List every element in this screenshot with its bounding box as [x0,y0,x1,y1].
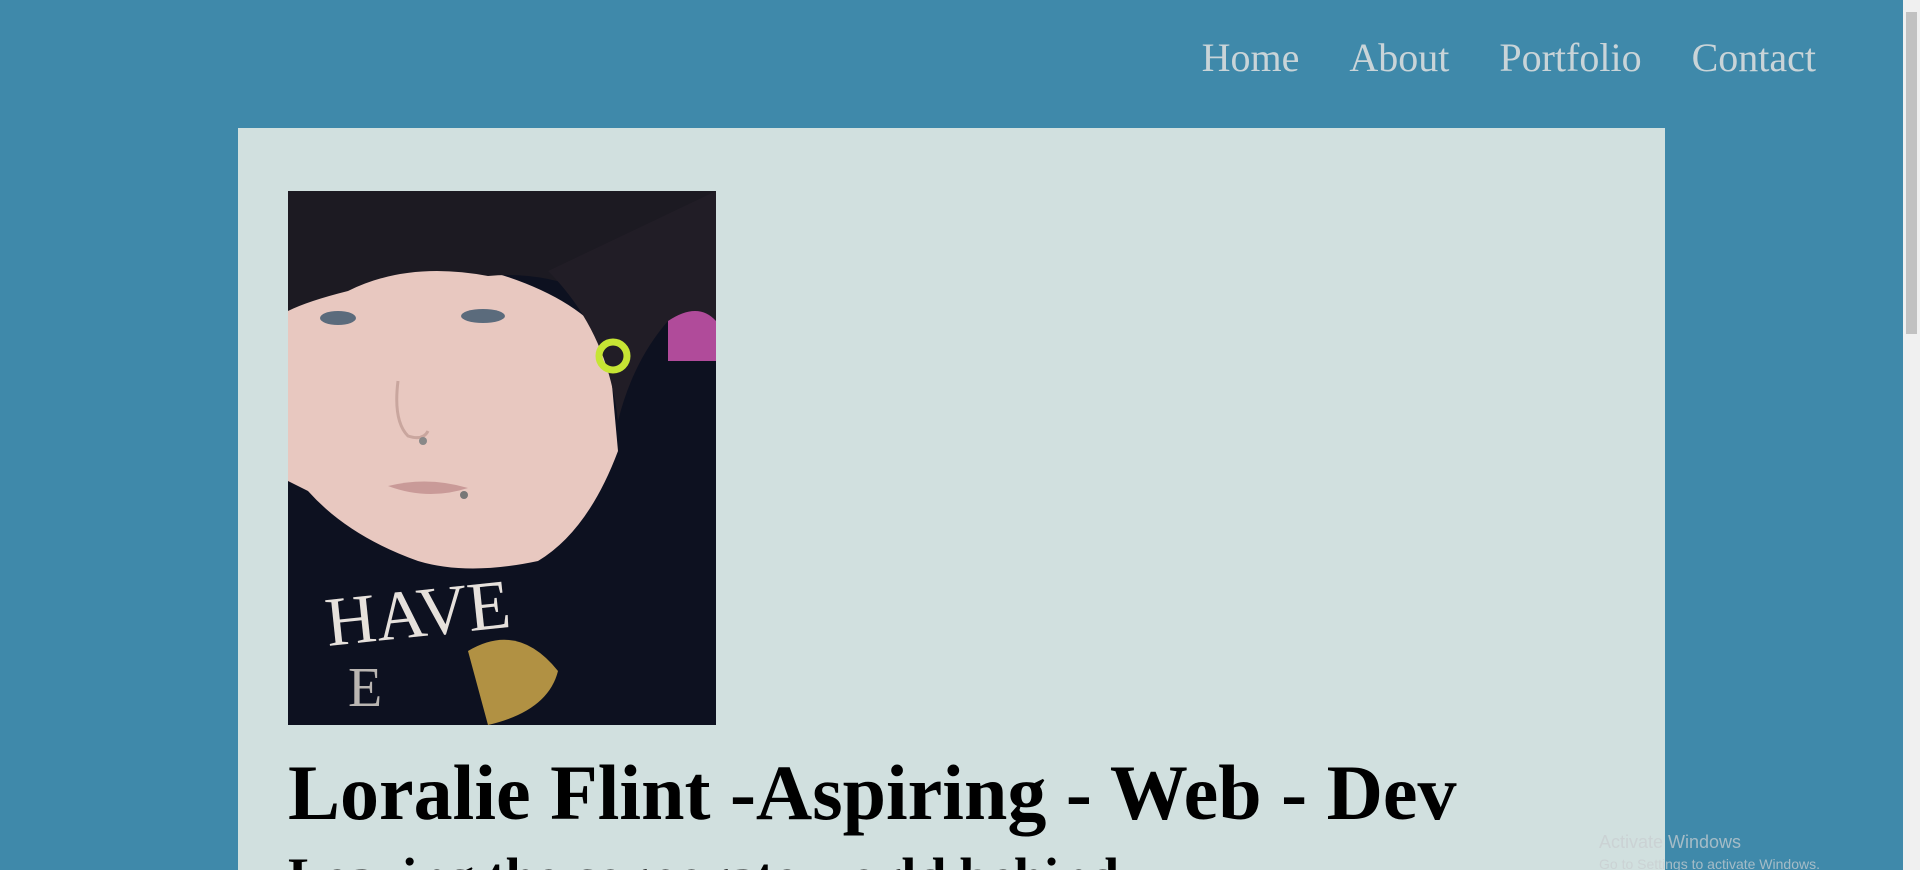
vertical-scrollbar[interactable] [1903,0,1920,870]
scrollbar-thumb[interactable] [1906,12,1917,334]
watermark-line2: Go to Settings to activate Windows. [1599,856,1820,870]
nav-link-home[interactable]: Home [1202,30,1300,86]
nav-link-contact[interactable]: Contact [1692,30,1816,86]
activate-windows-watermark: Activate Windows Go to Settings to activ… [1599,830,1820,870]
main-card: HAVE E Loralie Flint -Aspiring - Web - D… [238,128,1665,870]
watermark-line1: Activate Windows [1599,832,1742,852]
top-nav: Home About Portfolio Contact [1202,30,1816,86]
page-subtitle: Leaving the corporate world behind [288,845,1119,870]
page-title: Loralie Flint -Aspiring - Web - Dev [288,749,1457,836]
nav-link-portfolio[interactable]: Portfolio [1499,30,1641,86]
profile-photo: HAVE E [288,191,716,725]
nav-link-about[interactable]: About [1349,30,1449,86]
svg-text:E: E [348,657,382,719]
